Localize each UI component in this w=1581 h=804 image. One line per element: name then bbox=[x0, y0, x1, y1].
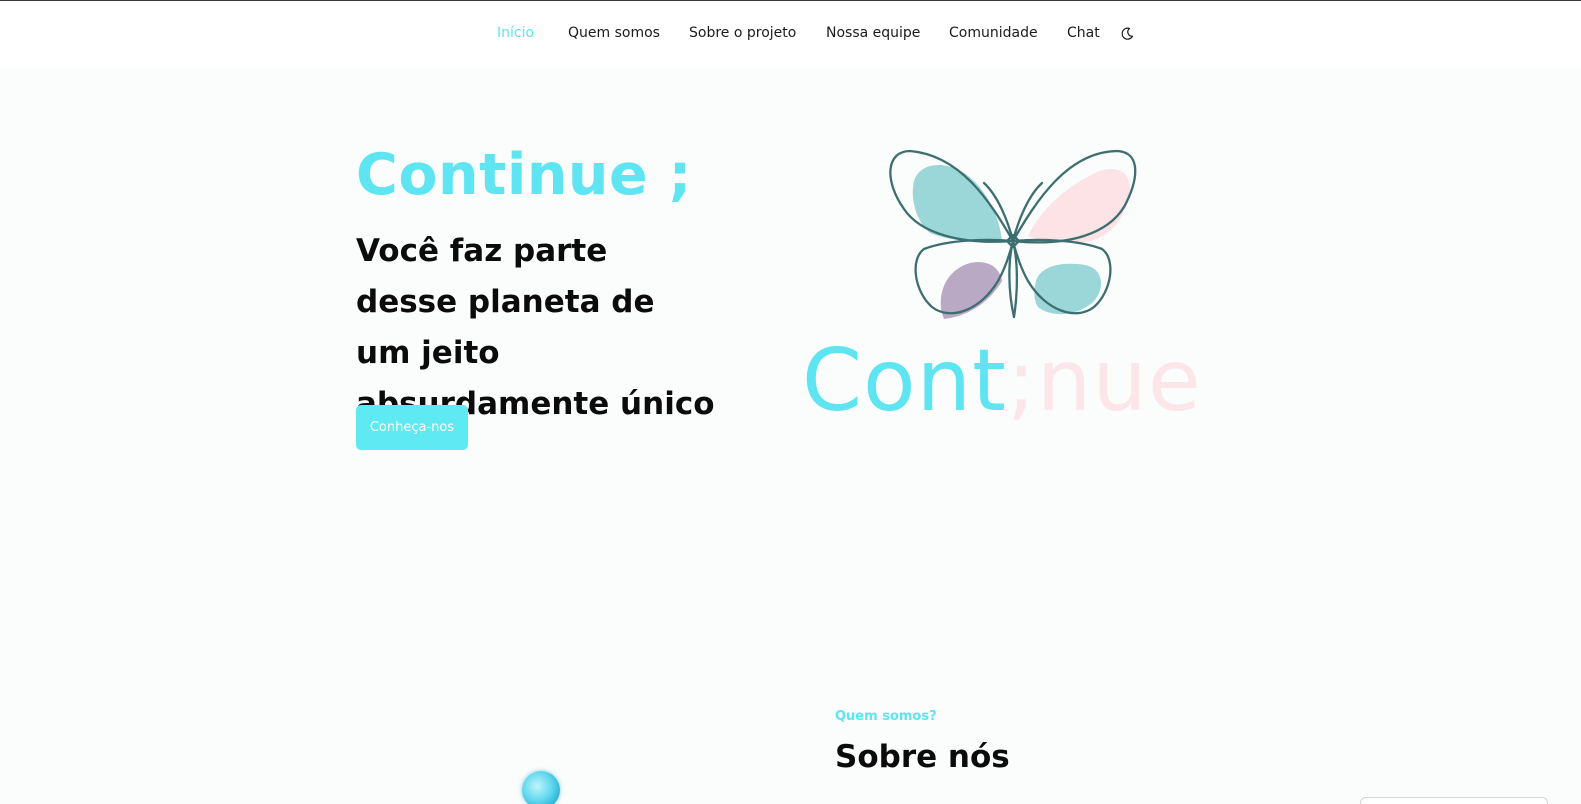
logo-wordmark: Cont;nue bbox=[802, 321, 1202, 441]
hero-tagline: Você faz parte desse planeta de um jeito… bbox=[356, 233, 715, 422]
moon-icon[interactable] bbox=[1120, 26, 1134, 40]
nav-link-sobre-o-projeto[interactable]: Sobre o projeto bbox=[689, 25, 796, 41]
conheca-nos-button[interactable]: Conheça-nos bbox=[356, 405, 468, 450]
about-title: Sobre nós bbox=[835, 739, 1010, 775]
hero-title: Continue ; bbox=[356, 142, 692, 208]
about-kicker: Quem somos? bbox=[835, 709, 937, 724]
nav-link-comunidade[interactable]: Comunidade bbox=[949, 25, 1038, 41]
page: Início Quem somos Sobre o projeto Nossa … bbox=[0, 0, 1581, 804]
top-navbar: Início Quem somos Sobre o projeto Nossa … bbox=[0, 1, 1581, 67]
nav-link-chat[interactable]: Chat bbox=[1067, 25, 1100, 41]
nav-link-quem-somos[interactable]: Quem somos bbox=[568, 25, 660, 41]
nav-link-nossa-equipe[interactable]: Nossa equipe bbox=[826, 25, 920, 41]
nav-link-inicio[interactable]: Início bbox=[497, 25, 534, 41]
corner-widget[interactable] bbox=[1360, 797, 1548, 804]
butterfly-logo-icon bbox=[889, 149, 1137, 319]
chat-bubble-icon[interactable] bbox=[522, 771, 560, 804]
logo-wordmark-part1: Cont bbox=[802, 331, 1007, 431]
logo-wordmark-part2: ;nue bbox=[1006, 331, 1202, 431]
